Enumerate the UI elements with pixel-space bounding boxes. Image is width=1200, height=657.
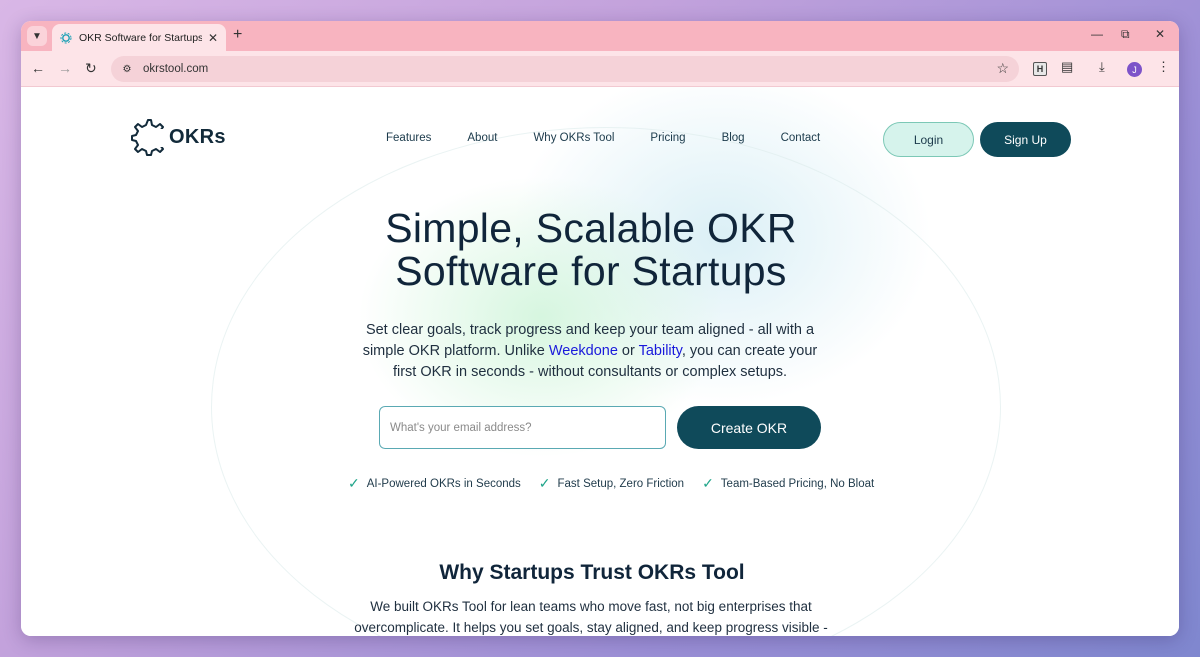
nav-pricing[interactable]: Pricing bbox=[650, 132, 685, 144]
address-bar[interactable]: ⚙ okrstool.com ☆ bbox=[111, 56, 1019, 82]
gear-logo-icon bbox=[131, 119, 167, 156]
menu-kebab-icon[interactable]: ⋮ bbox=[1157, 59, 1170, 75]
url-text: okrstool.com bbox=[143, 63, 209, 75]
chevron-down-icon: ▼ bbox=[32, 30, 42, 42]
weekdone-link[interactable]: Weekdone bbox=[549, 343, 618, 359]
forward-icon[interactable]: → bbox=[58, 60, 72, 76]
site-logo[interactable]: OKRs bbox=[129, 117, 226, 157]
profile-avatar[interactable]: J bbox=[1127, 62, 1142, 77]
tab-title: OKR Software for Startups and bbox=[79, 31, 202, 44]
feature-item: ✓ Team-Based Pricing, No Bloat bbox=[702, 475, 874, 492]
reload-icon[interactable]: ↻ bbox=[85, 60, 97, 77]
checkmark-icon: ✓ bbox=[702, 475, 714, 491]
tab-strip: ▼ OKR Software for Startups and ✕ + — ⧉ … bbox=[21, 21, 1179, 51]
h-extension-icon[interactable]: H bbox=[1033, 62, 1047, 76]
gear-favicon-icon bbox=[60, 32, 72, 44]
nav-about[interactable]: About bbox=[467, 132, 497, 144]
hero-subtitle: Set clear goals, track progress and keep… bbox=[350, 320, 830, 383]
nav-features[interactable]: Features bbox=[386, 132, 431, 144]
nav-contact[interactable]: Contact bbox=[781, 132, 821, 144]
feature-item: ✓ AI-Powered OKRs in Seconds bbox=[348, 475, 521, 492]
close-tab-icon[interactable]: ✕ bbox=[208, 31, 218, 45]
download-icon[interactable]: ⤓ bbox=[1099, 59, 1105, 75]
create-okr-button[interactable]: Create OKR bbox=[677, 406, 821, 449]
feature-item: ✓ Fast Setup, Zero Friction bbox=[539, 475, 684, 492]
bookmark-star-icon[interactable]: ☆ bbox=[996, 60, 1009, 77]
logo-text: OKRs bbox=[169, 125, 226, 148]
hero-title-line1: Simple, Scalable OKR bbox=[385, 205, 797, 251]
browser-window: ▼ OKR Software for Startups and ✕ + — ⧉ … bbox=[21, 21, 1179, 636]
restore-icon[interactable]: ⧉ bbox=[1121, 27, 1130, 42]
feature-label: Fast Setup, Zero Friction bbox=[557, 477, 685, 490]
login-button[interactable]: Login bbox=[883, 122, 974, 157]
browser-toolbar: ← → ↻ ⚙ okrstool.com ☆ H ▤ ⤓ J ⋮ bbox=[21, 51, 1179, 87]
section-title: Why Startups Trust OKRs Tool bbox=[439, 561, 745, 584]
section-body: We built OKRs Tool for lean teams who mo… bbox=[354, 599, 828, 635]
feature-label: Team-Based Pricing, No Bloat bbox=[720, 477, 875, 490]
nav-why-okrs-tool[interactable]: Why OKRs Tool bbox=[533, 132, 614, 144]
minimize-icon[interactable]: — bbox=[1091, 27, 1103, 41]
back-icon[interactable]: ← bbox=[31, 60, 45, 76]
tab-search-button[interactable]: ▼ bbox=[27, 26, 47, 46]
hero-title: Simple, Scalable OKR Software for Startu… bbox=[21, 207, 1161, 293]
email-input[interactable] bbox=[379, 406, 666, 449]
feature-list: ✓ AI-Powered OKRs in Seconds ✓ Fast Setu… bbox=[348, 475, 892, 492]
browser-tab[interactable]: OKR Software for Startups and ✕ bbox=[52, 24, 226, 51]
new-tab-icon[interactable]: + bbox=[233, 26, 242, 44]
site-info-icon[interactable]: ⚙ bbox=[119, 61, 135, 77]
web-page: OKRs Features About Why OKRs Tool Pricin… bbox=[21, 87, 1179, 636]
main-nav: Features About Why OKRs Tool Pricing Blo… bbox=[386, 132, 856, 144]
hero-title-line2: Software for Startups bbox=[395, 248, 787, 294]
signup-button[interactable]: Sign Up bbox=[980, 122, 1071, 157]
hero-sub-text-2: or bbox=[617, 343, 639, 359]
close-window-icon[interactable]: ✕ bbox=[1155, 27, 1165, 41]
feature-label: AI-Powered OKRs in Seconds bbox=[366, 477, 521, 490]
nav-blog[interactable]: Blog bbox=[722, 132, 745, 144]
tability-link[interactable]: Tability bbox=[639, 343, 682, 359]
checkmark-icon: ✓ bbox=[348, 475, 360, 491]
extensions-puzzle-icon[interactable]: ▤ bbox=[1061, 59, 1073, 75]
checkmark-icon: ✓ bbox=[538, 475, 551, 491]
